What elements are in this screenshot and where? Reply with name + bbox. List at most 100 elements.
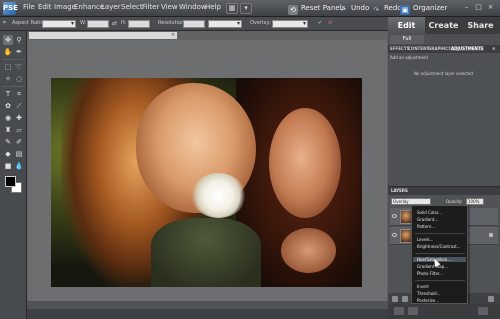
- menu-item-invert[interactable]: Invert: [417, 284, 429, 289]
- clone-stamp-tool-icon[interactable]: ♜: [3, 125, 13, 135]
- menu-item-gradient[interactable]: Gradient...: [417, 217, 438, 222]
- maximize-icon[interactable]: □: [474, 3, 483, 12]
- zoom-tool-icon[interactable]: ⚲: [14, 35, 24, 45]
- status-bar: [27, 301, 388, 309]
- app-logo: PSE: [3, 2, 18, 15]
- visibility-icon[interactable]: [392, 214, 397, 218]
- resolution-input[interactable]: [183, 20, 205, 28]
- layers-toggle-icon[interactable]: [394, 307, 404, 315]
- hand-tool-icon[interactable]: ✋: [3, 47, 13, 57]
- tab-edit[interactable]: Edit: [388, 17, 425, 34]
- tab-adjustments[interactable]: ADJUSTMENTS: [450, 46, 485, 51]
- spot-healing-tool-icon[interactable]: ✚: [14, 113, 24, 123]
- height-input[interactable]: [128, 20, 150, 28]
- menu-enhance[interactable]: Enhance: [74, 3, 104, 11]
- tab-create[interactable]: Create: [425, 17, 462, 34]
- width-label: W:: [80, 20, 87, 26]
- marquee-tool-icon[interactable]: ⬚: [3, 62, 13, 72]
- lasso-tool-icon[interactable]: ➰: [14, 62, 24, 72]
- tab-share[interactable]: Share: [462, 17, 499, 34]
- eraser-tool-icon[interactable]: ▱: [14, 125, 24, 135]
- menu-window[interactable]: Window: [179, 3, 207, 11]
- menu-view[interactable]: View: [161, 3, 178, 11]
- photo-shirt: [151, 218, 261, 287]
- cancel-icon[interactable]: ⊘: [328, 20, 332, 26]
- new-group-icon[interactable]: [402, 296, 408, 302]
- selection-brush-tool-icon[interactable]: ◌: [14, 74, 24, 84]
- height-label: H:: [121, 20, 127, 26]
- close-icon[interactable]: ×: [486, 3, 495, 12]
- blend-mode-select[interactable]: Overlay: [391, 198, 431, 205]
- menu-file[interactable]: File: [23, 3, 35, 11]
- shape-tool-icon[interactable]: ■: [3, 161, 13, 171]
- magic-wand-tool-icon[interactable]: ✧: [3, 74, 13, 84]
- resolution-unit-select[interactable]: [208, 20, 242, 28]
- menu-item-photo-filter[interactable]: Photo Filter...: [417, 271, 443, 276]
- menu-item-posterize[interactable]: Posterize...: [417, 298, 439, 303]
- workspace-icon[interactable]: ▦: [226, 3, 238, 14]
- menu-item-brightness-contrast[interactable]: Brightness/Contrast...: [417, 244, 461, 249]
- foreground-color-swatch[interactable]: [5, 176, 16, 187]
- brush-tool-icon[interactable]: ✎: [3, 137, 13, 147]
- undo-button[interactable]: ↶ Undo: [338, 2, 369, 15]
- panel-tabs: EFFECTS CONTENT GRAPHICS ADJUSTMENTS ≡: [388, 45, 500, 53]
- photo-canvas[interactable]: [51, 78, 362, 287]
- panel-menu-icon[interactable]: ≡: [492, 46, 495, 51]
- menu-filter[interactable]: Filter: [142, 3, 159, 11]
- close-document-icon[interactable]: ×: [171, 32, 175, 39]
- reset-panels-button[interactable]: ⟲ Reset Panels: [288, 2, 345, 15]
- crop-tool-icon[interactable]: ⌗: [14, 89, 24, 99]
- menu-image[interactable]: Image: [54, 3, 76, 11]
- cookie-cutter-tool-icon[interactable]: ✿: [3, 101, 13, 111]
- organizer-button[interactable]: ▣ Organizer: [400, 2, 447, 15]
- tab-full[interactable]: Full: [390, 35, 424, 44]
- menu-item-hue-saturation[interactable]: Hue/Saturation...: [413, 257, 466, 262]
- menu-separator: [415, 233, 465, 234]
- undo-icon: ↶: [340, 6, 346, 14]
- menu-select[interactable]: Select: [121, 3, 143, 11]
- eyedropper-tool-icon[interactable]: ✒: [14, 47, 24, 57]
- more-options-icon[interactable]: [478, 307, 488, 315]
- tab-graphics[interactable]: GRAPHICS: [428, 46, 451, 51]
- toolbox-divider: [2, 59, 25, 60]
- menu-item-pattern[interactable]: Pattern...: [417, 224, 435, 229]
- adjustments-info: No adjustment layer selected: [414, 71, 473, 76]
- opacity-input[interactable]: 100%: [466, 198, 484, 205]
- smart-brush-tool-icon[interactable]: ✐: [14, 137, 24, 147]
- visibility-icon[interactable]: [392, 233, 397, 237]
- width-input[interactable]: [87, 20, 109, 28]
- type-tool-icon[interactable]: T: [3, 89, 13, 99]
- overlay-select[interactable]: [272, 20, 308, 28]
- toolbox-divider: [2, 86, 25, 87]
- menu-item-solid-color[interactable]: Solid Color...: [417, 210, 442, 215]
- straighten-tool-icon[interactable]: ⟋: [14, 101, 24, 111]
- tab-guided[interactable]: [462, 35, 496, 44]
- tab-effects[interactable]: EFFECTS: [390, 46, 409, 51]
- gradient-tool-icon[interactable]: ▤: [14, 149, 24, 159]
- menu-item-gradient-map[interactable]: Gradient Map...: [417, 264, 448, 269]
- delete-layer-icon[interactable]: [488, 296, 494, 302]
- menu-edit[interactable]: Edit: [38, 3, 52, 11]
- red-eye-tool-icon[interactable]: ◉: [3, 113, 13, 123]
- menu-item-threshold[interactable]: Threshold...: [417, 291, 441, 296]
- tab-quick[interactable]: [426, 35, 460, 44]
- menu-help[interactable]: Help: [205, 3, 221, 11]
- swap-dimensions-icon[interactable]: ⇄: [112, 20, 117, 27]
- menu-layer[interactable]: Layer: [101, 3, 121, 11]
- minimize-icon[interactable]: –: [462, 3, 471, 12]
- menu-item-levels[interactable]: Levels...: [417, 237, 433, 242]
- blur-tool-icon[interactable]: 💧: [14, 161, 24, 171]
- photo-hand: [281, 228, 336, 273]
- view-options-icon[interactable]: ▾: [240, 3, 252, 14]
- menu-separator: [415, 253, 465, 254]
- layers-title: LAYERS: [388, 187, 500, 195]
- new-layer-icon[interactable]: [392, 296, 398, 302]
- redo-button[interactable]: ↷ Redo: [371, 2, 402, 15]
- paint-bucket-tool-icon[interactable]: ◆: [3, 149, 13, 159]
- commit-icon[interactable]: ✔: [318, 20, 322, 26]
- move-tool-icon[interactable]: ✥: [3, 35, 13, 45]
- tab-content[interactable]: CONTENT: [408, 46, 429, 51]
- document-tab[interactable]: ×: [29, 32, 177, 39]
- effects-toggle-icon[interactable]: [408, 307, 418, 315]
- aspect-ratio-select[interactable]: [42, 20, 76, 28]
